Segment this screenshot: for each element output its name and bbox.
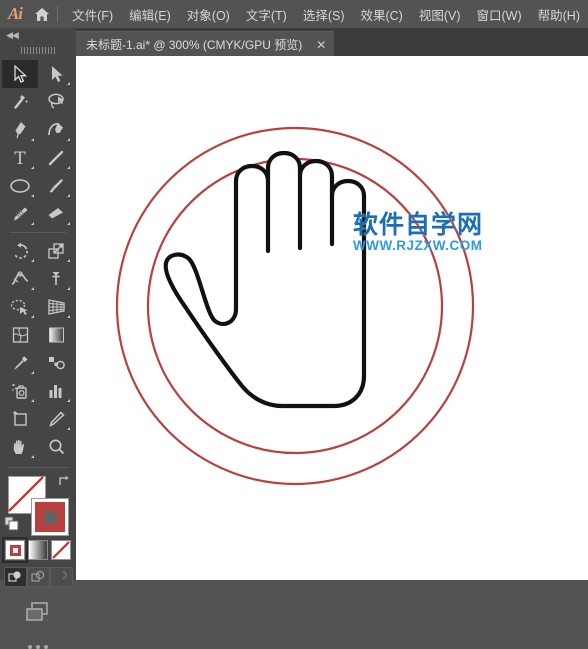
selection-tool[interactable] bbox=[2, 60, 38, 88]
edit-toolbar-button[interactable] bbox=[0, 645, 76, 649]
default-fill-stroke-icon[interactable] bbox=[4, 516, 20, 532]
svg-text:T: T bbox=[14, 149, 26, 167]
panel-drag-handle[interactable] bbox=[0, 43, 76, 57]
rotate-tool[interactable] bbox=[2, 237, 38, 265]
menu-window[interactable]: 窗口(W) bbox=[469, 2, 530, 27]
shape-builder-tool[interactable] bbox=[2, 293, 38, 321]
eyedropper-tool[interactable] bbox=[2, 349, 38, 377]
hand-outline-path bbox=[163, 150, 367, 409]
home-icon[interactable] bbox=[30, 0, 53, 28]
hand-stop-sign-artwork bbox=[115, 126, 475, 486]
pen-tool[interactable] bbox=[2, 116, 38, 144]
stroke-swatch[interactable] bbox=[31, 498, 69, 536]
column-graph-tool[interactable] bbox=[38, 377, 74, 405]
mesh-tool[interactable] bbox=[2, 321, 38, 349]
line-segment-tool[interactable] bbox=[38, 144, 74, 172]
shaper-pencil-tool[interactable] bbox=[2, 200, 38, 228]
change-screen-mode-button[interactable] bbox=[0, 601, 76, 623]
menu-object[interactable]: 对象(O) bbox=[179, 2, 238, 27]
width-tool[interactable] bbox=[2, 265, 38, 293]
tool-grid: T bbox=[0, 60, 76, 461]
close-icon[interactable]: ✕ bbox=[314, 38, 328, 52]
free-transform-tool[interactable] bbox=[38, 265, 74, 293]
zoom-tool[interactable] bbox=[38, 433, 74, 461]
menu-bar: Ai 文件(F) 编辑(E) 对象(O) 文字(T) 选择(S) 效果(C) 视… bbox=[0, 0, 588, 28]
none-mode-button[interactable] bbox=[51, 540, 71, 560]
menu-separator bbox=[57, 6, 59, 22]
document-tab[interactable]: 未标题-1.ai* @ 300% (CMYK/GPU 预览) ✕ bbox=[72, 31, 335, 57]
ellipse-tool[interactable] bbox=[2, 172, 38, 200]
eraser-tool[interactable] bbox=[38, 200, 74, 228]
color-mode-button[interactable] bbox=[2, 537, 28, 563]
slice-tool[interactable] bbox=[38, 405, 74, 433]
gradient-mode-button[interactable] bbox=[28, 540, 48, 560]
menu-type[interactable]: 文字(T) bbox=[238, 2, 295, 27]
direct-selection-tool[interactable] bbox=[38, 60, 74, 88]
menu-view[interactable]: 视图(V) bbox=[411, 2, 469, 27]
swap-fill-stroke-icon[interactable] bbox=[57, 474, 71, 488]
curvature-tool[interactable] bbox=[38, 116, 74, 144]
symbol-sprayer-tool[interactable] bbox=[2, 377, 38, 405]
fill-stroke-controls bbox=[0, 472, 76, 538]
illustrator-window: Ai 文件(F) 编辑(E) 对象(O) 文字(T) 选择(S) 效果(C) 视… bbox=[0, 0, 588, 649]
tool-divider-bottom bbox=[7, 467, 69, 468]
menu-effect[interactable]: 效果(C) bbox=[352, 2, 410, 27]
menu-edit[interactable]: 编辑(E) bbox=[121, 2, 179, 27]
paint-mode-buttons bbox=[0, 537, 76, 563]
artboard-tool[interactable] bbox=[2, 405, 38, 433]
lasso-tool[interactable] bbox=[38, 88, 74, 116]
scale-tool[interactable] bbox=[38, 237, 74, 265]
document-canvas[interactable]: 软件自学网 WWW.RJZXW.COM bbox=[76, 56, 588, 580]
menu-help[interactable]: 帮助(H) bbox=[530, 2, 588, 27]
stroke-ring bbox=[35, 502, 65, 532]
type-tool[interactable]: T bbox=[2, 144, 38, 172]
menu-items: 文件(F) 编辑(E) 对象(O) 文字(T) 选择(S) 效果(C) 视图(V… bbox=[64, 2, 588, 27]
tools-panel: ◀◀ T bbox=[0, 28, 76, 649]
collapse-panel-icon[interactable]: ◀◀ bbox=[0, 28, 76, 43]
hand-tool[interactable] bbox=[2, 433, 38, 461]
magic-wand-tool[interactable] bbox=[2, 88, 38, 116]
app-logo: Ai bbox=[7, 4, 23, 23]
draw-behind-mode-button[interactable] bbox=[26, 567, 50, 587]
blend-tool[interactable] bbox=[38, 349, 74, 377]
tool-divider bbox=[10, 232, 66, 233]
paintbrush-tool[interactable] bbox=[38, 172, 74, 200]
menu-select[interactable]: 选择(S) bbox=[295, 2, 353, 27]
perspective-grid-tool[interactable] bbox=[38, 293, 74, 321]
draw-inside-mode-button[interactable] bbox=[49, 567, 73, 587]
document-tab-label: 未标题-1.ai* @ 300% (CMYK/GPU 预览) bbox=[86, 38, 303, 52]
menu-file[interactable]: 文件(F) bbox=[64, 2, 121, 27]
gradient-tool[interactable] bbox=[38, 321, 74, 349]
drawing-mode-buttons bbox=[0, 567, 76, 587]
document-tab-bar: 未标题-1.ai* @ 300% (CMYK/GPU 预览) ✕ bbox=[0, 28, 588, 57]
draw-normal-mode-button[interactable] bbox=[3, 567, 27, 587]
